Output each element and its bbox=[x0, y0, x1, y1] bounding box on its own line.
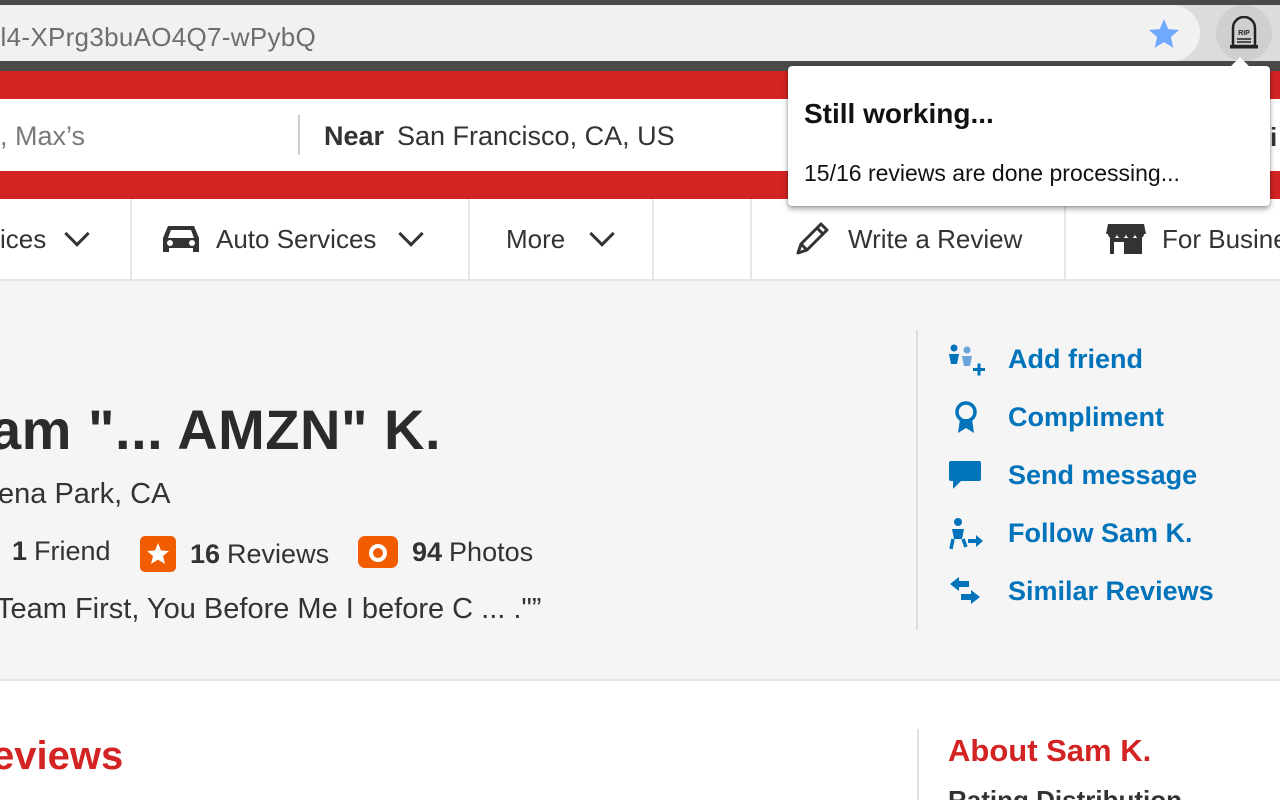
nav-item-more[interactable]: More bbox=[506, 199, 615, 279]
review-count-label: Reviews bbox=[227, 538, 330, 569]
nav-divider bbox=[468, 199, 470, 279]
search-divider bbox=[298, 115, 300, 155]
follow-label: Follow Sam K. bbox=[1008, 518, 1193, 548]
friend-count: 1 Friend bbox=[12, 536, 111, 567]
address-bar[interactable]: Ql4-XPrg3buAO4Q7-wPybQ bbox=[0, 5, 1200, 61]
nav-item-for-business[interactable]: For Busine bbox=[1106, 199, 1280, 279]
near-input[interactable]: San Francisco, CA, US bbox=[397, 121, 675, 152]
speech-bubble-icon bbox=[949, 461, 981, 489]
nav-item-label: More bbox=[506, 223, 566, 254]
photo-count-label: Photos bbox=[449, 536, 534, 567]
nav-item-label: Auto Services bbox=[216, 223, 377, 254]
svg-text:RIP: RIP bbox=[1238, 30, 1250, 37]
profile-tagline: Team First, You Before Me I before C ...… bbox=[0, 593, 542, 625]
extension-button[interactable]: RIP bbox=[1216, 5, 1272, 61]
review-count: 16 Reviews bbox=[140, 536, 329, 572]
chevron-down-icon bbox=[398, 221, 425, 247]
nav-item-auto-services[interactable]: Auto Services bbox=[160, 199, 425, 279]
follow-link[interactable]: Follow Sam K. bbox=[948, 514, 1193, 554]
near-label: Near bbox=[324, 121, 385, 151]
category-nav: ices Auto Services More Write a Review F… bbox=[0, 199, 1280, 281]
star-badge-icon bbox=[140, 536, 176, 572]
find-input[interactable]: , Max’s bbox=[0, 121, 85, 152]
add-friend-icon bbox=[949, 344, 985, 376]
about-heading: About Sam K. bbox=[948, 733, 1152, 768]
profile-content: eviews About Sam K. Rating Distribution bbox=[0, 681, 1280, 800]
friend-count-label: Friend bbox=[34, 536, 111, 566]
nav-item-label: For Busine bbox=[1162, 223, 1280, 254]
reviews-heading: eviews bbox=[0, 734, 124, 778]
swap-arrows-icon bbox=[950, 577, 980, 604]
photo-count-value: 94 bbox=[412, 536, 443, 567]
header-clipped-text: i bbox=[1270, 122, 1278, 152]
chevron-down-icon bbox=[589, 221, 615, 247]
nav-item-label: ices bbox=[0, 223, 47, 254]
nav-item-services[interactable]: ices bbox=[0, 199, 90, 279]
compliment-link[interactable]: Compliment bbox=[948, 398, 1164, 438]
popup-title: Still working... bbox=[804, 98, 994, 129]
popup-message: 15/16 reviews are done processing... bbox=[804, 160, 1180, 186]
friend-count-value: 1 bbox=[12, 536, 28, 566]
similar-reviews-link[interactable]: Similar Reviews bbox=[948, 572, 1214, 612]
nav-divider bbox=[1064, 199, 1066, 279]
compliment-label: Compliment bbox=[1008, 402, 1165, 432]
profile-name: am "... AMZN" K. bbox=[0, 398, 442, 461]
content-divider bbox=[917, 729, 919, 800]
nav-divider bbox=[652, 199, 654, 279]
pencil-icon bbox=[796, 222, 829, 255]
nav-divider bbox=[130, 199, 132, 279]
user-profile-header: am "... AMZN" K. ena Park, CA 1 Friend 1… bbox=[0, 281, 1280, 681]
url-text[interactable]: Ql4-XPrg3buAO4Q7-wPybQ bbox=[0, 22, 316, 53]
add-friend-label: Add friend bbox=[1008, 344, 1143, 374]
rating-distribution-heading: Rating Distribution bbox=[948, 785, 1182, 800]
extension-popup: Still working... 15/16 reviews are done … bbox=[788, 57, 1270, 206]
camera-icon bbox=[358, 536, 398, 568]
award-ribbon-icon bbox=[955, 401, 977, 433]
nav-divider bbox=[750, 199, 752, 279]
photo-count: 94 Photos bbox=[358, 536, 533, 568]
actions-divider bbox=[916, 330, 918, 630]
browser-toolbar: Ql4-XPrg3buAO4Q7-wPybQ RIP bbox=[0, 0, 1280, 71]
add-friend-link[interactable]: Add friend bbox=[948, 340, 1143, 380]
similar-reviews-label: Similar Reviews bbox=[1008, 576, 1214, 606]
send-message-link[interactable]: Send message bbox=[948, 456, 1197, 496]
nav-item-write-review[interactable]: Write a Review bbox=[792, 199, 1022, 279]
send-message-label: Send message bbox=[1008, 460, 1198, 490]
tombstone-rip-icon: RIP bbox=[1230, 16, 1258, 49]
profile-location: ena Park, CA bbox=[0, 478, 171, 510]
car-icon bbox=[163, 226, 199, 252]
storefront-icon bbox=[1106, 224, 1146, 254]
nav-item-label: Write a Review bbox=[848, 223, 1023, 254]
review-count-value: 16 bbox=[190, 538, 221, 569]
star-icon[interactable] bbox=[1147, 17, 1181, 51]
chevron-down-icon bbox=[64, 221, 90, 247]
follow-user-icon bbox=[949, 518, 983, 550]
